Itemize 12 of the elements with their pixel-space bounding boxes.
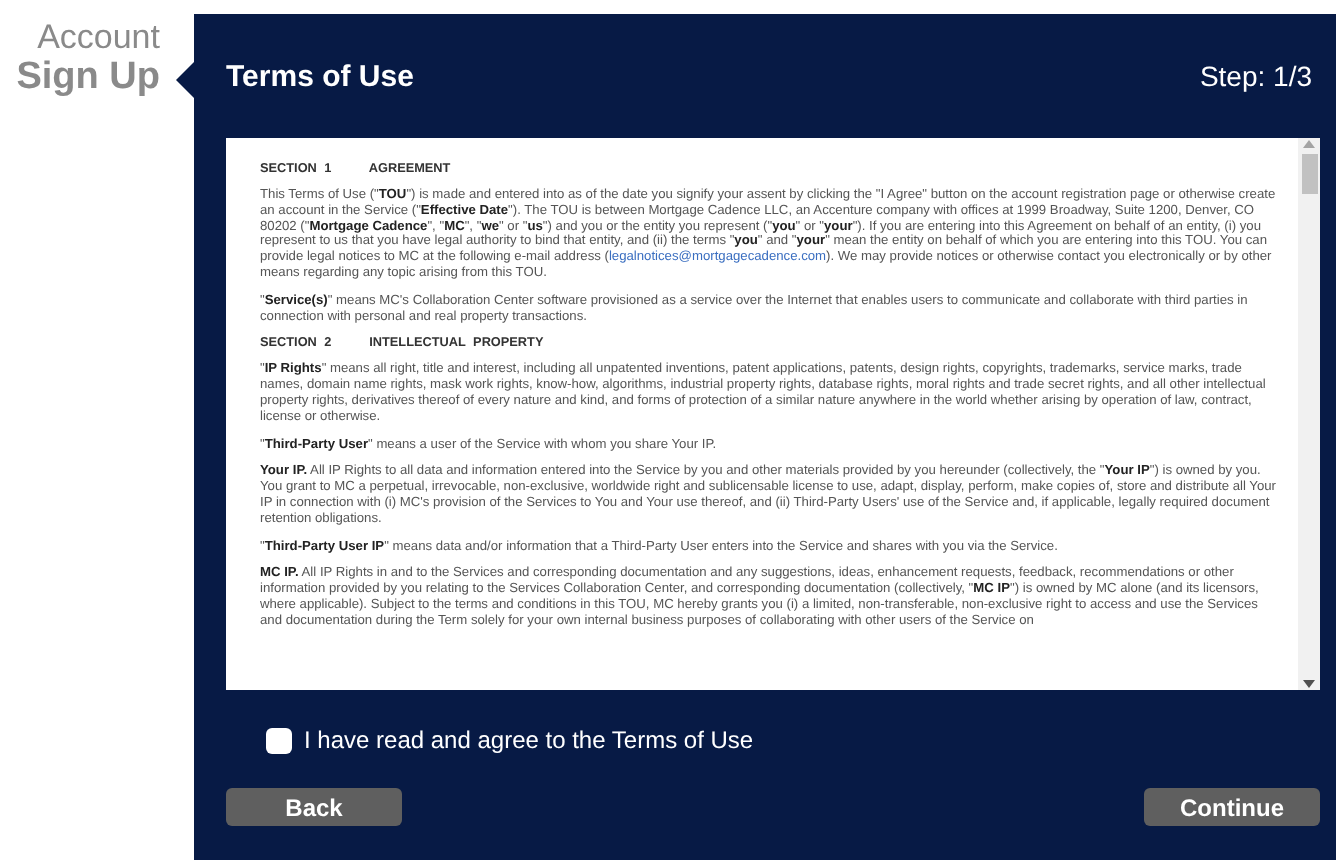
agree-checkbox[interactable] [266,727,292,753]
account-label: Account [37,18,160,56]
sign-up-label: Sign Up [16,56,160,98]
scrollbar[interactable] [1298,138,1320,690]
scroll-up-icon[interactable] [1302,138,1316,150]
continue-button[interactable]: Continue [1144,788,1320,826]
step-indicator: Step: 1/3 [1199,60,1312,92]
back-button[interactable]: Back [226,788,402,826]
agree-label: I have read and agree to the Terms of Use [304,726,754,754]
panel-title: Terms of Use [226,59,414,93]
scroll-down-icon[interactable] [1302,678,1316,690]
scroll-thumb[interactable] [1301,154,1317,194]
